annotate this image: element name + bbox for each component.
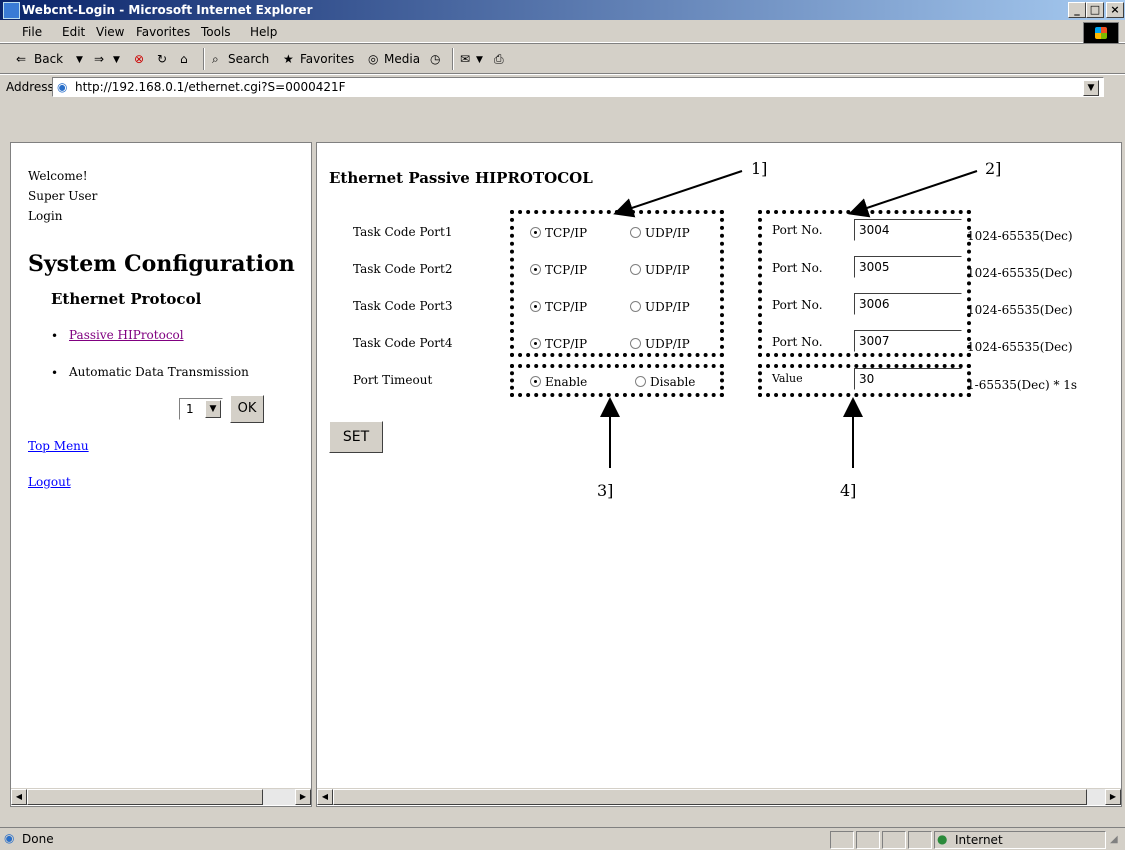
toolbar-separator — [452, 48, 454, 70]
callout-2-label: 2] — [985, 159, 1002, 178]
close-button[interactable]: × — [1106, 2, 1124, 18]
globe-icon: ● — [937, 832, 948, 846]
windows-logo-icon — [1083, 22, 1119, 44]
mail-dropdown-icon[interactable]: ▼ — [476, 55, 483, 65]
ie-icon — [3, 2, 20, 19]
title-bar: Webcnt-Login - Microsoft Internet Explor… — [0, 0, 1125, 20]
refresh-button[interactable]: ↻ — [157, 52, 167, 66]
nav-link-passive-hiprotocol[interactable]: Passive HIProtocol — [69, 328, 184, 342]
menu-tools[interactable]: Tools — [201, 25, 231, 39]
navigation-frame: Welcome! Super User Login System Configu… — [10, 142, 312, 807]
toolbar: ⇐ Back ▼ ⇒ ▼ ⊗ ↻ ⌂ ⌕ Search ★ Favorites … — [0, 43, 1125, 75]
callout-1-label: 1] — [751, 159, 768, 178]
login-status: Login — [28, 209, 63, 223]
menu-favorites[interactable]: Favorites — [136, 25, 190, 39]
status-panel — [856, 831, 880, 849]
page-done-icon: ◉ — [4, 831, 15, 845]
minimize-button[interactable]: _ — [1068, 2, 1086, 18]
address-label: Address — [6, 80, 54, 94]
callout-arrows — [600, 170, 978, 468]
back-button[interactable]: Back — [34, 52, 63, 66]
address-bar: Address ◉ http://192.168.0.1/ethernet.cg… — [0, 73, 1125, 100]
history-icon[interactable]: ◷ — [430, 52, 440, 66]
favorites-icon: ★ — [283, 52, 294, 66]
chevron-down-icon[interactable]: ▼ — [205, 400, 221, 418]
scroll-thumb[interactable] — [333, 789, 1087, 805]
zone-text: Internet — [955, 833, 1003, 847]
logout-link[interactable]: Logout — [28, 475, 71, 489]
home-button[interactable]: ⌂ — [180, 52, 188, 66]
menu-view[interactable]: View — [96, 25, 124, 39]
menu-help[interactable]: Help — [250, 25, 277, 39]
print-icon[interactable]: ⎙ — [494, 52, 504, 67]
user-name: Super User — [28, 189, 98, 203]
back-arrow-icon: ⇐ — [16, 52, 27, 66]
favorites-button[interactable]: Favorites — [300, 52, 354, 66]
channel-select-value: 1 — [186, 402, 194, 416]
mail-icon[interactable]: ✉ — [460, 52, 470, 66]
top-menu-link[interactable]: Top Menu — [28, 439, 89, 453]
media-icon: ◎ — [368, 52, 379, 66]
menu-file[interactable]: File — [22, 25, 42, 39]
section-heading: System Configuration — [28, 251, 295, 277]
callout-1-arrow — [613, 170, 743, 218]
scroll-left-icon[interactable]: ◀ — [11, 789, 27, 805]
content-frame: Ethernet Passive HIPROTOCOL Task Code Po… — [316, 142, 1122, 807]
address-input[interactable]: ◉ http://192.168.0.1/ethernet.cgi?S=0000… — [52, 77, 1104, 97]
welcome-text: Welcome! — [28, 169, 88, 183]
scroll-left-icon[interactable]: ◀ — [317, 789, 333, 805]
status-text: Done — [22, 832, 54, 846]
bullet-icon: • — [51, 329, 59, 343]
subsection-heading: Ethernet Protocol — [51, 290, 202, 308]
maximize-button[interactable]: □ — [1086, 2, 1104, 18]
forward-dropdown-icon[interactable]: ▼ — [113, 55, 120, 65]
status-panel — [882, 831, 906, 849]
search-icon: ⌕ — [212, 52, 219, 66]
menu-edit[interactable]: Edit — [62, 25, 85, 39]
address-url[interactable]: http://192.168.0.1/ethernet.cgi?S=000042… — [75, 80, 346, 94]
scroll-thumb[interactable] — [27, 789, 263, 805]
scroll-right-icon[interactable]: ▶ — [295, 789, 311, 805]
toolbar-separator — [203, 48, 205, 70]
resize-grip-icon[interactable]: ◢ — [1110, 834, 1118, 845]
status-panel — [830, 831, 854, 849]
callout-4-label: 4] — [840, 481, 857, 500]
ok-button[interactable]: OK — [230, 395, 264, 423]
channel-select[interactable]: 1 ▼ — [179, 398, 223, 420]
back-dropdown-icon[interactable]: ▼ — [76, 55, 83, 65]
nav-item-automatic-data-transmission: Automatic Data Transmission — [69, 365, 249, 379]
callout-2-arrow — [848, 170, 978, 218]
address-dropdown-icon[interactable]: ▼ — [1083, 80, 1099, 96]
scroll-right-icon[interactable]: ▶ — [1105, 789, 1121, 805]
status-panel — [908, 831, 932, 849]
content-divider — [0, 100, 1125, 142]
menu-bar: File Edit View Favorites Tools Help — [0, 20, 1125, 43]
forward-button[interactable]: ⇒ — [94, 52, 104, 66]
zone-panel: ● Internet — [934, 831, 1106, 849]
window-title: Webcnt-Login - Microsoft Internet Explor… — [22, 3, 313, 17]
bullet-icon: • — [51, 366, 59, 380]
search-button[interactable]: Search — [228, 52, 269, 66]
callout-3-label: 3] — [597, 481, 614, 500]
horizontal-scrollbar[interactable]: ◀ ▶ — [11, 788, 311, 805]
media-button[interactable]: Media — [384, 52, 420, 66]
horizontal-scrollbar[interactable]: ◀ ▶ — [317, 788, 1121, 805]
status-bar: ◉ Done ● Internet ◢ — [0, 827, 1125, 850]
stop-button[interactable]: ⊗ — [134, 52, 144, 66]
page-icon: ◉ — [57, 80, 68, 94]
